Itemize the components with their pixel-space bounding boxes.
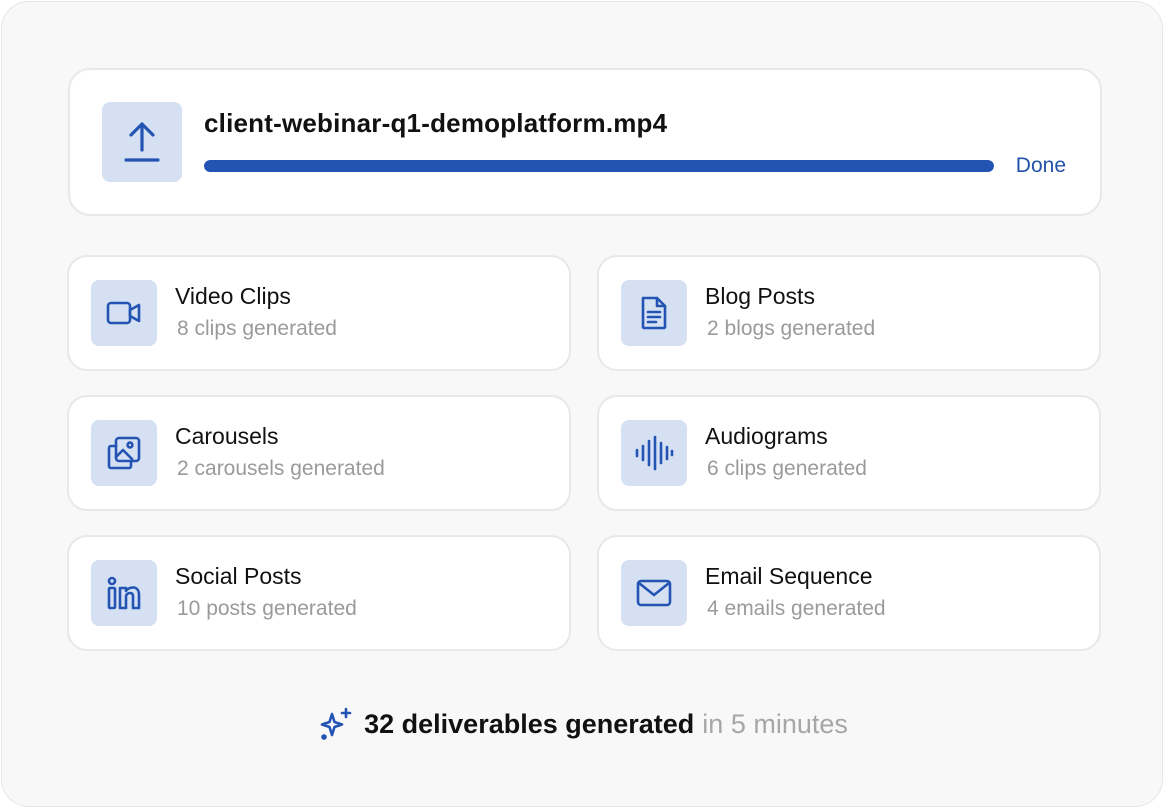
card-title: Email Sequence	[705, 563, 873, 589]
card-title: Blog Posts	[705, 283, 815, 309]
upload-card: client-webinar-q1-demoplatform.mp4 Done	[68, 68, 1102, 216]
card-title: Video Clips	[175, 283, 291, 309]
video-camera-icon	[91, 280, 157, 346]
audio-waveform-icon	[621, 420, 687, 486]
summary-suffix: in 5 minutes	[702, 708, 848, 739]
upload-status: Done	[1015, 154, 1066, 177]
summary-line: 32 deliverables generated in 5 minutes	[0, 706, 1166, 742]
card-title: Audiograms	[705, 423, 828, 449]
deliverable-card-blog-posts[interactable]: Blog Posts 2 blogs generated	[597, 255, 1101, 371]
card-subtitle: 4 emails generated	[707, 597, 886, 620]
document-icon	[621, 280, 687, 346]
image-gallery-icon	[91, 420, 157, 486]
upload-progress-fill	[204, 160, 994, 172]
card-title: Carousels	[175, 423, 279, 449]
card-subtitle: 10 posts generated	[177, 597, 357, 620]
card-subtitle: 8 clips generated	[177, 317, 337, 340]
deliverable-card-carousels[interactable]: Carousels 2 carousels generated	[67, 395, 571, 511]
summary-highlight: 32 deliverables generated	[364, 708, 695, 739]
card-subtitle: 2 blogs generated	[707, 317, 876, 340]
sparkles-icon	[318, 706, 354, 742]
deliverable-card-social-posts[interactable]: Social Posts 10 posts generated	[67, 535, 571, 651]
deliverable-card-audiograms[interactable]: Audiograms 6 clips generated	[597, 395, 1101, 511]
linkedin-icon	[91, 560, 157, 626]
upload-icon	[102, 102, 182, 182]
file-name: client-webinar-q1-demoplatform.mp4	[204, 108, 668, 138]
mail-icon	[621, 560, 687, 626]
workflow-panel: client-webinar-q1-demoplatform.mp4 Done …	[1, 1, 1163, 807]
card-title: Social Posts	[175, 563, 302, 589]
upload-progress-bar	[204, 160, 994, 172]
card-subtitle: 6 clips generated	[707, 457, 867, 480]
card-subtitle: 2 carousels generated	[177, 457, 385, 480]
deliverable-card-video-clips[interactable]: Video Clips 8 clips generated	[67, 255, 571, 371]
deliverable-card-email-sequence[interactable]: Email Sequence 4 emails generated	[597, 535, 1101, 651]
